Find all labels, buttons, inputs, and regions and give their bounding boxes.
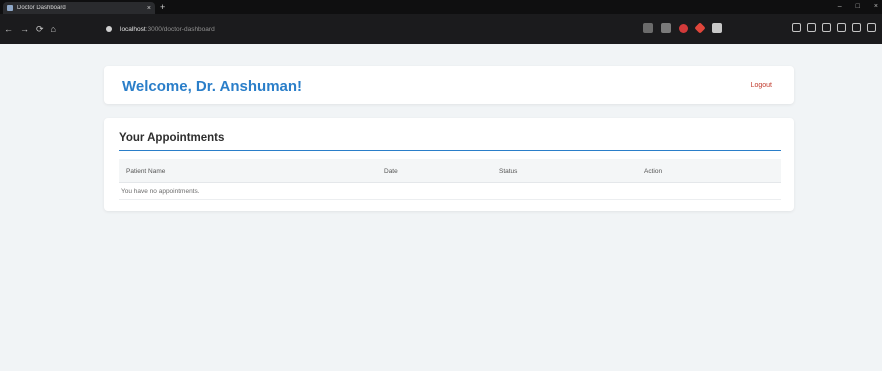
new-tab-button[interactable]: + <box>160 2 165 12</box>
url-host: localhost <box>120 25 146 33</box>
extension-icon[interactable] <box>712 23 722 33</box>
tab-close-icon[interactable]: × <box>147 5 151 12</box>
minimize-button[interactable]: – <box>838 2 842 12</box>
url-text: localhost:3000/doctor-dashboard <box>120 26 215 33</box>
menu-icon[interactable] <box>867 23 876 32</box>
site-info-icon[interactable] <box>106 26 112 32</box>
rewards-icon[interactable] <box>694 22 706 34</box>
share-icon[interactable] <box>661 23 671 33</box>
brave-shield-icon[interactable] <box>679 23 688 33</box>
table-header-row: Patient Name Date Status Action <box>119 159 781 183</box>
appointments-table: Patient Name Date Status Action You have… <box>119 159 781 200</box>
back-icon[interactable]: ← <box>4 23 13 35</box>
wallet-icon[interactable] <box>822 23 831 32</box>
url-path: :3000/doctor-dashboard <box>145 25 215 33</box>
appointments-heading: Your Appointments <box>119 132 225 144</box>
column-header-date: Date <box>384 168 398 175</box>
tab-search-icon[interactable] <box>807 23 816 32</box>
column-header-action: Action <box>644 168 663 175</box>
sidebar-icon[interactable] <box>792 23 801 32</box>
browser-tab-strip: Doctor Dashboard × + – □ × <box>0 0 882 14</box>
empty-state-message: You have no appointments. <box>121 187 200 195</box>
column-header-status: Status <box>499 168 518 175</box>
heading-divider <box>119 150 781 151</box>
extension-icons <box>643 22 722 34</box>
table-row: You have no appointments. <box>119 183 781 200</box>
home-icon[interactable]: ⌂ <box>51 23 56 35</box>
appointments-card: Your Appointments Patient Name Date Stat… <box>104 118 794 211</box>
forward-icon[interactable]: → <box>20 23 29 35</box>
welcome-card: Welcome, Dr. Anshuman! Logout <box>104 66 794 104</box>
maximize-button[interactable]: □ <box>856 2 860 12</box>
key-icon[interactable] <box>643 23 653 33</box>
close-window-button[interactable]: × <box>874 2 878 12</box>
browser-tab-title: Doctor Dashboard <box>17 5 66 11</box>
browser-tab[interactable]: Doctor Dashboard × <box>3 2 155 14</box>
page-title: Welcome, Dr. Anshuman! <box>122 78 303 95</box>
toolbar-right-buttons <box>792 23 876 32</box>
reload-icon[interactable]: ⟳ <box>36 23 44 35</box>
favicon-icon <box>7 5 13 11</box>
window-controls: – □ × <box>838 2 878 12</box>
browser-nav-buttons: ← → ⟳ ⌂ <box>4 23 56 35</box>
logout-link[interactable]: Logout <box>751 82 772 89</box>
browser-toolbar: ← → ⟳ ⌂ localhost:3000/doctor-dashboard <box>0 14 882 44</box>
settings-icon[interactable] <box>852 23 861 32</box>
bookmarks-icon[interactable] <box>837 23 846 32</box>
column-header-patient-name: Patient Name <box>126 168 166 175</box>
